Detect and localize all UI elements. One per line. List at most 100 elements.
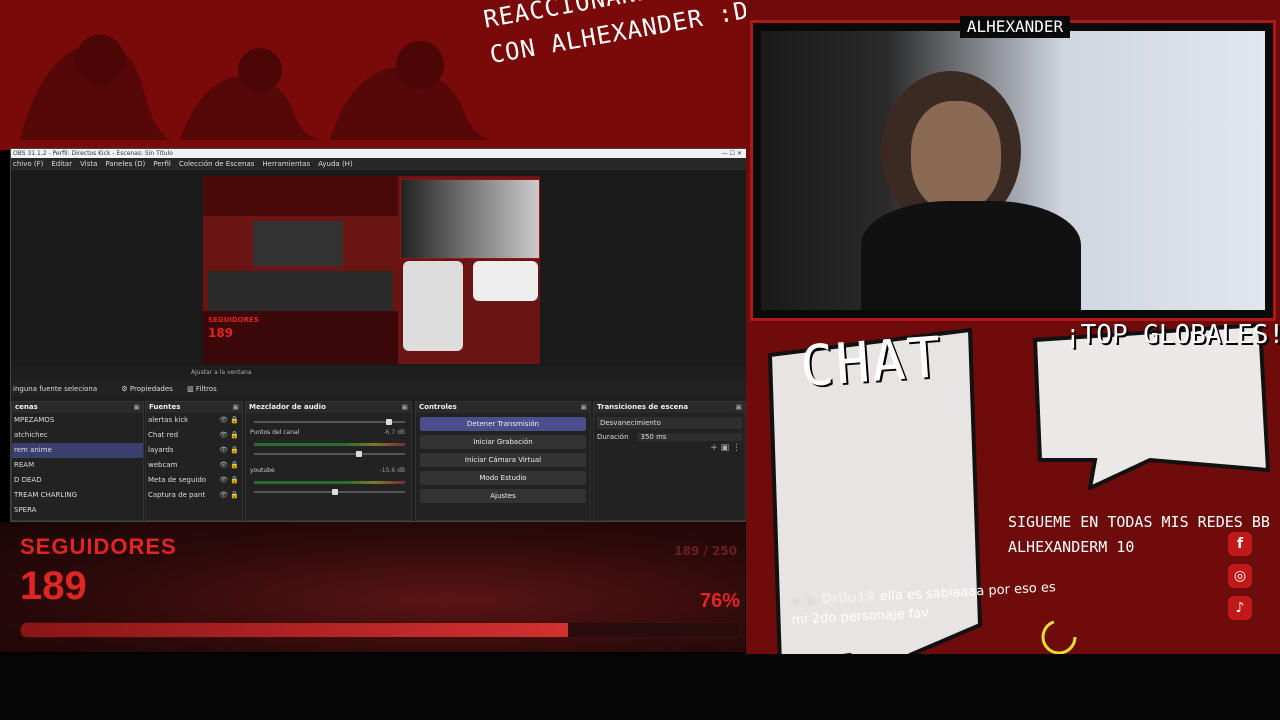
popout-icon[interactable]: ▣ <box>401 402 408 413</box>
scene-item[interactable]: TREAM CHARLING <box>12 488 143 503</box>
chat-message: ◉ ▣ Drilu19 ella es sabiaaaa por eso es … <box>790 575 1073 660</box>
menu-tools[interactable]: Herramientas <box>262 158 310 170</box>
eye-lock-icon[interactable]: 👁 🔒 <box>219 488 239 503</box>
source-item[interactable]: alertas kick 👁 🔒 <box>146 413 242 428</box>
volume-knob[interactable] <box>356 451 362 457</box>
followers-title: SEGUIDORES <box>20 534 177 559</box>
audio-mixer-dock: Mezclador de audio ▣ Puntos del canal -6.… <box>245 401 412 521</box>
eye-lock-icon[interactable]: 👁 🔒 <box>219 458 239 473</box>
webcam-name-label: ALHEXANDER <box>960 16 1070 38</box>
volume-meter <box>254 443 405 446</box>
start-recording-button[interactable]: Iniciar Grabación <box>420 435 586 449</box>
chat-title: CHAT <box>797 325 945 400</box>
preview-toolbar: Ajustar a la ventana <box>11 367 746 379</box>
popout-icon[interactable]: ▣ <box>232 402 239 413</box>
webcam-feed <box>761 31 1265 310</box>
no-source-label: inguna fuente seleciona <box>13 385 98 393</box>
anime-artwork-background <box>20 35 490 140</box>
source-toolbar: inguna fuente seleciona ⚙ Propiedades ▥ … <box>11 382 746 396</box>
scene-item[interactable]: MPEZAMOS <box>12 413 143 428</box>
stream-preview[interactable]: SEGUIDORES 189 <box>203 176 540 364</box>
obs-menubar: chivo (F) Editar Vista Paneles (D) Perfi… <box>11 158 746 170</box>
source-item[interactable]: Meta de seguido 👁 🔒 <box>146 473 242 488</box>
obs-title-text: OBS 31.1.2 - Perfil: Directos Kick - Esc… <box>13 150 173 157</box>
scenes-header: cenas ▣ <box>12 402 143 413</box>
channel-name: Puntos del canal <box>250 429 300 436</box>
studio-mode-button[interactable]: Modo Estudio <box>420 471 586 485</box>
menu-docks[interactable]: Paneles (D) <box>105 158 145 170</box>
transitions-dock: Transiciones de escena ▣ Desvanecimiento … <box>593 401 746 521</box>
start-virtual-camera-button[interactable]: Iniciar Cámara Virtual <box>420 453 586 467</box>
followers-goal: 189 / 250 <box>674 544 737 558</box>
settings-button[interactable]: Ajustes <box>420 489 586 503</box>
transition-select[interactable]: Desvanecimiento <box>597 417 742 429</box>
followers-progress-bar <box>20 622 742 638</box>
instagram-icon: ◎ <box>1228 564 1252 588</box>
menu-help[interactable]: Ayuda (H) <box>318 158 353 170</box>
duration-label: Duración <box>597 433 629 441</box>
menu-edit[interactable]: Editar <box>51 158 72 170</box>
eye-lock-icon[interactable]: 👁 🔒 <box>219 443 239 458</box>
volume-slider[interactable] <box>254 421 405 423</box>
source-item[interactable]: Captura de pant 👁 🔒 <box>146 488 242 503</box>
volume-knob[interactable] <box>386 419 392 425</box>
menu-scene-collection[interactable]: Colección de Escenas <box>179 158 255 170</box>
menu-file[interactable]: chivo (F) <box>13 158 43 170</box>
scene-item-selected[interactable]: rem anime <box>12 443 143 458</box>
channel-db: -15.6 dB <box>379 467 405 474</box>
duration-input[interactable]: 350 ms <box>636 433 742 441</box>
scene-item[interactable]: atchichec <box>12 428 143 443</box>
popout-icon[interactable]: ▣ <box>580 402 587 413</box>
tiktok-icon: ♪ <box>1228 596 1252 620</box>
followers-goal-widget: SEGUIDORES 189 189 / 250 76% <box>0 522 745 652</box>
volume-knob[interactable] <box>332 489 338 495</box>
volume-slider[interactable] <box>254 453 405 455</box>
eye-lock-icon[interactable]: 👁 🔒 <box>219 413 239 428</box>
followers-progress-fill <box>21 623 569 637</box>
scene-item[interactable]: SPERA <box>12 503 143 518</box>
followers-count: 189 <box>20 564 87 608</box>
source-item[interactable]: Chat red 👁 🔒 <box>146 428 242 443</box>
channel-name: youtube <box>250 467 275 474</box>
scenes-dock: cenas ▣ MPEZAMOS atchichec rem anime REAM… <box>11 401 144 521</box>
popout-icon[interactable]: ▣ <box>133 402 140 413</box>
volume-meter <box>254 481 405 484</box>
zoom-select[interactable]: Ajustar a la ventana <box>191 369 252 376</box>
followers-percent: 76% <box>699 590 740 612</box>
menu-profile[interactable]: Perfil <box>153 158 171 170</box>
controls-header: Controles ▣ <box>416 402 590 413</box>
mixer-channel-3: youtube -15.6 dB <box>246 467 411 505</box>
mixer-header: Mezclador de audio ▣ <box>246 402 411 413</box>
obs-window: OBS 31.1.2 - Perfil: Directos Kick - Esc… <box>10 148 747 522</box>
source-item[interactable]: layards 👁 🔒 <box>146 443 242 458</box>
loading-spinner-icon <box>1041 619 1077 655</box>
channel-db: -6.7 dB <box>383 429 405 436</box>
menu-view[interactable]: Vista <box>80 158 97 170</box>
properties-button[interactable]: Propiedades <box>130 385 173 393</box>
transition-actions[interactable]: + ▣ ⋮ <box>594 443 745 453</box>
eye-lock-icon[interactable]: 👁 🔒 <box>219 473 239 488</box>
volume-slider[interactable] <box>254 491 405 493</box>
scene-item[interactable]: D DEAD <box>12 473 143 488</box>
filters-button[interactable]: Filtros <box>196 385 217 393</box>
mixer-channel-2: Puntos del canal -6.7 dB <box>246 429 411 467</box>
facebook-icon: f <box>1228 532 1252 556</box>
filter-icon: ▥ <box>187 385 194 393</box>
mixer-channel-1 <box>246 413 411 429</box>
top-globals-title: ¡TOP GLOBALES! <box>1065 320 1280 350</box>
webcam-frame <box>750 20 1276 321</box>
gear-icon: ⚙ <box>121 385 128 393</box>
chat-badges: ◉ ▣ <box>790 592 817 608</box>
source-item[interactable]: webcam 👁 🔒 <box>146 458 242 473</box>
stop-stream-button[interactable]: Detener Transmisión <box>420 417 586 431</box>
controls-dock: Controles ▣ Detener Transmisión Iniciar G… <box>415 401 591 521</box>
bottom-black-strip <box>0 654 1280 720</box>
window-controls[interactable]: — ☐ ✕ <box>722 149 742 158</box>
preview-area: SEGUIDORES 189 <box>11 171 746 366</box>
obs-titlebar: OBS 31.1.2 - Perfil: Directos Kick - Esc… <box>11 149 746 158</box>
popout-icon[interactable]: ▣ <box>735 402 742 413</box>
eye-lock-icon[interactable]: 👁 🔒 <box>219 428 239 443</box>
chat-username: Drilu19 <box>820 589 876 608</box>
scene-item[interactable]: REAM <box>12 458 143 473</box>
sources-dock: Fuentes ▣ alertas kick 👁 🔒 Chat red 👁 🔒 lay… <box>145 401 243 521</box>
